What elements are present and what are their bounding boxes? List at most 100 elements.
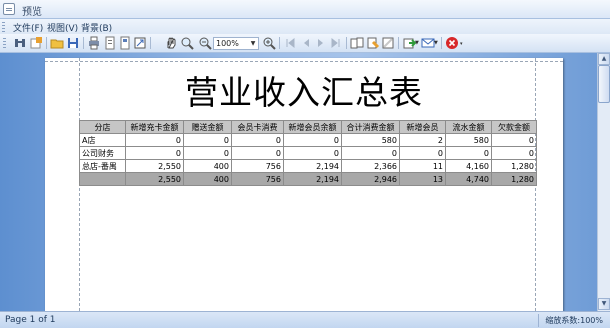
page-setup-icon (30, 37, 42, 49)
toolbar-button-19[interactable] (381, 36, 395, 50)
cell-value: 0 (183, 133, 232, 147)
table-header-row: 分店 新增充卡金额 赠送金额 会员卡消费 新增会员余额 合计消费金额 新增会员 … (79, 120, 537, 134)
window-title: 预览 (22, 7, 42, 18)
magnifier-icon (181, 37, 194, 50)
scale-icon (134, 37, 146, 49)
scroll-up-icon[interactable]: ▲ (598, 53, 610, 65)
cell-value: 2 (399, 133, 446, 147)
column-header: 流水金额 (445, 120, 492, 134)
report-table: 分店 新增充卡金额 赠送金额 会员卡消费 新增会员余额 合计消费金额 新增会员 … (79, 120, 537, 186)
toolbar-button-6[interactable] (103, 36, 117, 50)
cell-total: 2,194 (283, 172, 342, 186)
toolbar-button-4[interactable] (66, 36, 80, 50)
toolbar-separator (150, 37, 151, 49)
table-row: 公司财务 0 0 0 0 0 0 0 0 (79, 146, 537, 160)
zoom-in-icon (263, 37, 276, 50)
preview-area[interactable]: 营业收入汇总表 分店 新增充卡金额 赠送金额 会员卡消费 新增会员余额 合计消费… (0, 53, 597, 311)
previous-page-icon (304, 39, 309, 47)
table-row: 总店-番禺 2,550 400 756 2,194 2,366 11 4,160… (79, 159, 537, 173)
report-page: 营业收入汇总表 分店 新增充卡金额 赠送金额 会员卡消费 新增会员余额 合计消费… (45, 58, 563, 311)
column-header: 新增会员余额 (283, 120, 342, 134)
multiple-pages-icon (350, 37, 364, 49)
save-icon (68, 38, 78, 48)
chevron-down-icon[interactable]: ▼ (249, 39, 257, 48)
toolbar-button-22[interactable] (445, 36, 459, 50)
export-icon (403, 38, 417, 49)
cell-branch: 总店-番禺 (79, 159, 126, 173)
column-header: 新增会员 (399, 120, 446, 134)
toolbar-button-2[interactable] (29, 36, 43, 50)
toolbar-overflow-icon[interactable]: ▾ (460, 41, 466, 49)
print-icon (89, 36, 99, 50)
cell-branch: A店 (79, 133, 126, 147)
status-divider (538, 314, 539, 327)
zoom-out-icon (199, 37, 212, 50)
cell-total: 4,740 (445, 172, 492, 186)
column-header: 分店 (79, 120, 126, 134)
toolbar-button-20[interactable] (402, 36, 417, 50)
cell-total: 1,280 (491, 172, 537, 186)
menu-file[interactable]: 文件(F) (13, 21, 43, 34)
cell-value: 580 (445, 133, 492, 147)
toolbar-button-9[interactable] (164, 36, 178, 50)
cell-value: 11 (399, 159, 446, 173)
cell-value: 0 (231, 146, 284, 160)
toolbar-button-8[interactable] (133, 36, 147, 50)
page-setup-icon (120, 36, 130, 50)
preview-app-icon (3, 3, 15, 15)
page-indicator: Page 1 of 1 (5, 315, 56, 325)
toolbar-button-11[interactable] (198, 36, 212, 50)
toolbar-button-14[interactable] (299, 36, 313, 50)
cell-value: 0 (183, 146, 232, 160)
cell-value: 0 (231, 133, 284, 147)
binoculars-icon (15, 39, 25, 47)
toolbar-button-12[interactable] (262, 36, 276, 50)
toolbar-button-16[interactable] (329, 36, 343, 50)
toolbar-button-5[interactable] (87, 36, 101, 50)
margin-guide-top (45, 61, 563, 62)
cell-value: 2,194 (283, 159, 342, 173)
toolbar-separator (441, 37, 442, 49)
cell-total: 2,946 (341, 172, 400, 186)
toolbar-button-15[interactable] (314, 36, 328, 50)
zoom-select[interactable]: 100% ▼ (213, 37, 259, 50)
toolbar-button-18[interactable] (366, 36, 380, 50)
toolbar-button-1[interactable] (13, 36, 27, 50)
menu-background[interactable]: 背景(B) (81, 21, 112, 34)
page-color-icon (367, 37, 380, 49)
toolbar-button-3[interactable] (50, 36, 64, 50)
cell-value: 2,550 (125, 159, 184, 173)
column-header: 欠款金额 (491, 120, 537, 134)
scrollbar-thumb[interactable] (598, 65, 610, 103)
zoom-value: 100% (216, 39, 239, 48)
toolbar-button-21[interactable] (421, 36, 435, 50)
menu-view[interactable]: 视图(V) (47, 21, 78, 34)
cell-value: 0 (125, 146, 184, 160)
toolbar-button-7[interactable] (118, 36, 132, 50)
toolbar-button-13[interactable] (283, 36, 297, 50)
menubar-grip[interactable] (2, 22, 5, 32)
cell-value: 2,366 (341, 159, 400, 173)
cell-value: 0 (341, 146, 400, 160)
cell-total: 13 (399, 172, 446, 186)
toolbar: 100% ▼ ▼ ▼ ▾ (0, 34, 610, 53)
cell-value: 0 (445, 146, 492, 160)
status-bar: Page 1 of 1 缩放系数:100% (0, 311, 610, 328)
email-icon (421, 38, 435, 48)
toolbar-grip[interactable] (3, 38, 6, 49)
vertical-scrollbar[interactable]: ▲ ▼ (597, 53, 610, 311)
open-folder-icon (50, 39, 64, 49)
toolbar-button-17[interactable] (350, 36, 364, 50)
cell-total: 756 (231, 172, 284, 186)
toolbar-button-10[interactable] (180, 36, 194, 50)
cell-value: 0 (491, 133, 537, 147)
report-title: 营业收入汇总表 (185, 73, 423, 112)
scroll-down-icon[interactable]: ▼ (598, 298, 610, 310)
email-dropdown-chevron-icon[interactable]: ▼ (434, 40, 440, 48)
cell-value: 1,280 (491, 159, 537, 173)
toolbar-separator (83, 37, 84, 49)
menu-bar: 文件(F) 视图(V) 背景(B) (0, 19, 610, 34)
quick-print-icon (105, 36, 115, 50)
cell-total: 2,550 (125, 172, 184, 186)
last-page-icon (331, 37, 340, 49)
